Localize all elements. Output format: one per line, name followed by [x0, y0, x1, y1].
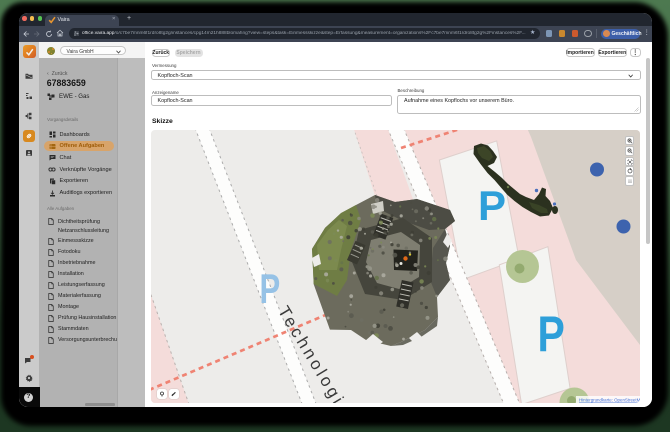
svg-text:P: P [537, 306, 564, 362]
svg-text:P: P [478, 182, 506, 229]
svg-text:Hintergrundkarte: OpenStreetMa: Hintergrundkarte: OpenStreetMap [579, 397, 640, 402]
svg-text:P: P [259, 265, 280, 312]
